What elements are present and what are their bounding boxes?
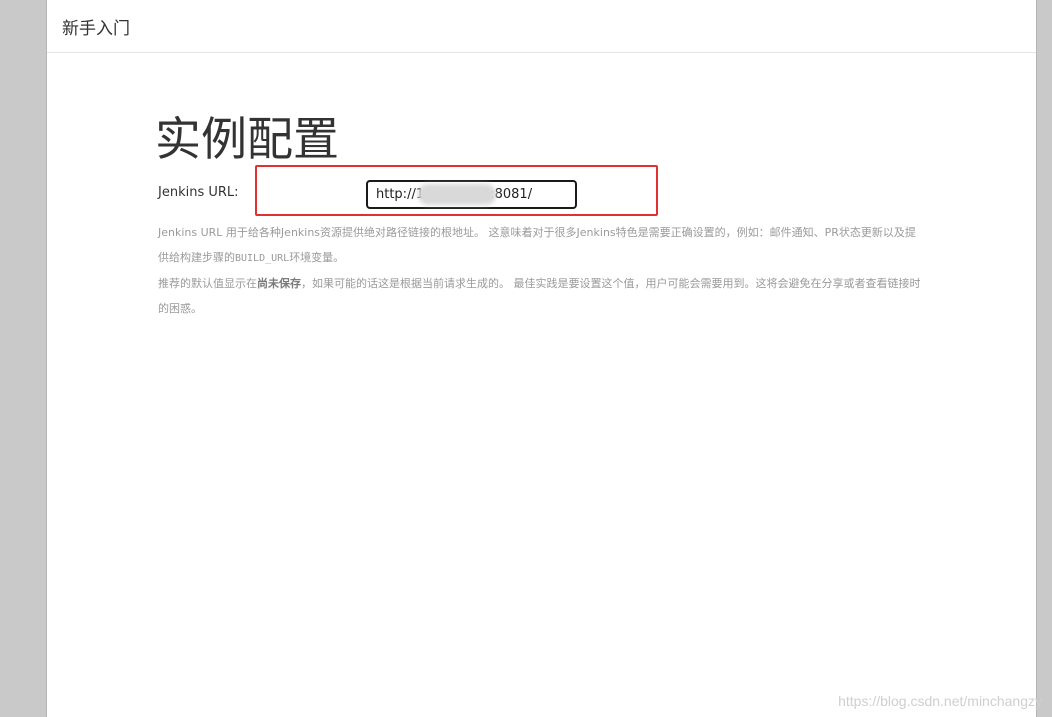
- build-url-code: BUILD_URL: [235, 253, 290, 264]
- jenkins-url-label: Jenkins URL:: [158, 185, 239, 200]
- not-saved-emphasis: 尚未保存: [257, 277, 301, 290]
- redaction-blur: [418, 184, 496, 205]
- page-title: 实例配置: [155, 112, 339, 166]
- help-paragraph-1: Jenkins URL 用于给各种Jenkins资源提供绝对路径链接的根地址。 …: [158, 226, 916, 264]
- watermark: https://blog.csdn.net/minchangzy: [838, 693, 1042, 709]
- dialog-header: 新手入门: [47, 0, 1036, 53]
- help-paragraph-2: 推荐的默认值显示在尚未保存，如果可能的话这是根据当前请求生成的。 最佳实践是要设…: [158, 277, 921, 315]
- setup-wizard-dialog: 新手入门 实例配置 Jenkins URL: Jenkins URL 用于给各种…: [46, 0, 1037, 717]
- help-text: Jenkins URL 用于给各种Jenkins资源提供绝对路径链接的根地址。 …: [158, 220, 926, 321]
- dialog-title: 新手入门: [62, 19, 130, 39]
